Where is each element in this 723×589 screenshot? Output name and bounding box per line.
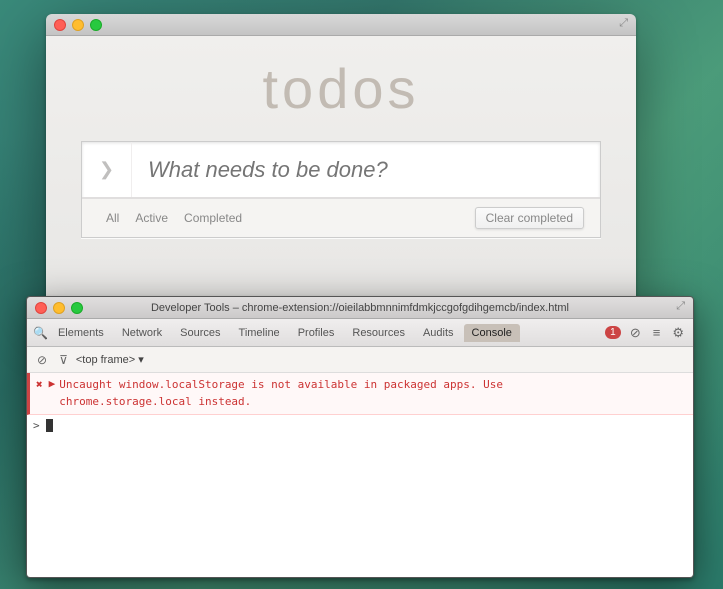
todos-titlebar: ⤢ <box>46 14 636 36</box>
devtools-traffic-lights <box>35 302 83 314</box>
tab-sources[interactable]: Sources <box>172 324 228 342</box>
clear-completed-button[interactable]: Clear completed <box>475 207 584 229</box>
todos-body: todos ❯ All Active Completed Clear compl… <box>46 36 636 304</box>
error-expand-triangle[interactable]: ▶ <box>49 377 56 390</box>
todos-footer: All Active Completed Clear completed <box>82 198 600 237</box>
no-entry-icon[interactable]: ⊘ <box>33 351 51 369</box>
devtools-expand-icon[interactable]: ⤢ <box>676 300 685 313</box>
console-prompt-row: > <box>27 415 693 436</box>
devtools-title: Developer Tools – chrome-extension://oie… <box>151 302 569 314</box>
search-icon[interactable]: 🔍 <box>33 326 48 340</box>
frame-selector[interactable]: <top frame> ▾ <box>76 353 144 366</box>
devtools-minimize-button[interactable] <box>53 302 65 314</box>
error-icon: ✖ <box>36 378 43 391</box>
filter-completed[interactable]: Completed <box>176 208 250 228</box>
devtools-maximize-button[interactable] <box>71 302 83 314</box>
filter-icon[interactable]: ⊽ <box>55 351 72 369</box>
tab-console[interactable]: Console <box>464 324 520 342</box>
console-prompt-icon: > <box>33 419 40 432</box>
todos-input-area: ❯ All Active Completed Clear completed <box>81 141 601 238</box>
console-cursor[interactable] <box>46 419 53 432</box>
tab-profiles[interactable]: Profiles <box>290 324 343 342</box>
dock-icon[interactable]: ≡ <box>650 323 664 342</box>
todos-input-row: ❯ <box>82 142 600 198</box>
minimize-button[interactable] <box>72 19 84 31</box>
settings-icon[interactable]: ⚙ <box>669 323 687 343</box>
toggle-all-button[interactable]: ❯ <box>82 142 132 197</box>
devtools-window: Developer Tools – chrome-extension://oie… <box>26 296 694 578</box>
tab-timeline[interactable]: Timeline <box>231 324 288 342</box>
devtools-toolbar: 🔍 Elements Network Sources Timeline Prof… <box>27 319 693 347</box>
devtools-toolbar-right: 1 ⊘ ≡ ⚙ <box>605 323 687 343</box>
console-error-text: Uncaught window.localStorage is not avai… <box>59 377 503 410</box>
filter-group: All Active Completed <box>98 208 250 228</box>
devtools-close-button[interactable] <box>35 302 47 314</box>
error-badge: 1 <box>605 326 621 339</box>
tab-elements[interactable]: Elements <box>50 324 112 342</box>
console-error-row: ✖ ▶ Uncaught window.localStorage is not … <box>27 373 693 415</box>
expand-icon[interactable]: ⤢ <box>619 17 628 30</box>
filter-all[interactable]: All <box>98 208 127 228</box>
tab-network[interactable]: Network <box>114 324 170 342</box>
frame-selector-arrow: ▾ <box>138 353 144 366</box>
clear-console-icon[interactable]: ⊘ <box>627 323 644 343</box>
maximize-button[interactable] <box>90 19 102 31</box>
new-todo-input[interactable] <box>132 142 600 197</box>
todos-app-window: ⤢ todos ❯ All Active Completed Clear com… <box>46 14 636 304</box>
tab-resources[interactable]: Resources <box>344 324 413 342</box>
todos-app-title: todos <box>263 56 420 121</box>
filter-active[interactable]: Active <box>127 208 176 228</box>
devtools-secondary-toolbar: ⊘ ⊽ <top frame> ▾ <box>27 347 693 373</box>
tab-audits[interactable]: Audits <box>415 324 462 342</box>
frame-selector-label: <top frame> <box>76 354 135 366</box>
devtools-titlebar: Developer Tools – chrome-extension://oie… <box>27 297 693 319</box>
devtools-console: ✖ ▶ Uncaught window.localStorage is not … <box>27 373 693 577</box>
traffic-lights <box>54 19 102 31</box>
close-button[interactable] <box>54 19 66 31</box>
